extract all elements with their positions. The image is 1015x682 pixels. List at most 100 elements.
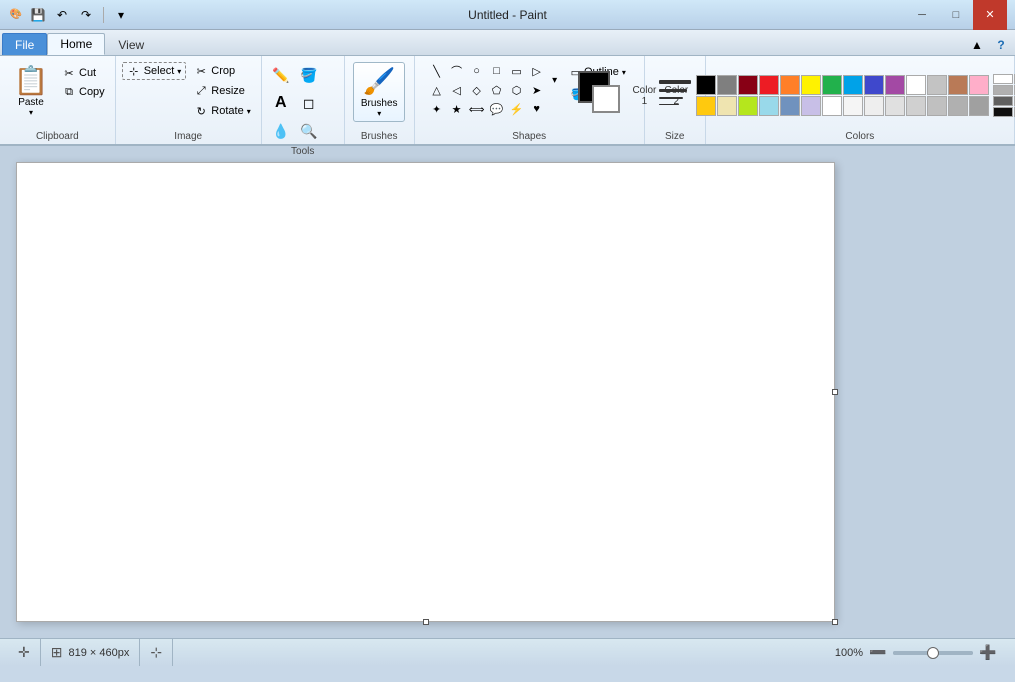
eraser-button[interactable]: ◻ <box>296 90 322 116</box>
undo-button[interactable]: ↶ <box>52 5 72 25</box>
canvas-handle-corner[interactable] <box>832 619 838 625</box>
color2-button[interactable]: Color2 <box>664 85 688 107</box>
shape-rarrow-btn[interactable]: ➤ <box>528 81 546 99</box>
tab-file[interactable]: File <box>2 33 47 55</box>
extra-row-3 <box>993 96 1015 106</box>
resize-button[interactable]: ⤢ Resize <box>190 82 254 100</box>
zoom-in-button[interactable]: ➕ <box>979 644 997 661</box>
shape-tri-btn[interactable]: △ <box>428 81 446 99</box>
rotate-button[interactable]: ↻ Rotate ▾ <box>190 102 254 120</box>
shapes-dropdown-button[interactable]: ▾ <box>548 62 562 98</box>
color-cell[interactable] <box>801 96 821 116</box>
shape-rtri-btn[interactable]: ◁ <box>448 81 466 99</box>
color-cell[interactable] <box>885 75 905 95</box>
shape-line-btn[interactable]: ╲ <box>428 62 446 80</box>
clipboard-label: Clipboard <box>36 131 79 144</box>
color-cell[interactable] <box>738 96 758 116</box>
color-cell[interactable] <box>906 75 926 95</box>
color-cell[interactable] <box>927 75 947 95</box>
crop-button[interactable]: ✂ Crop <box>190 62 254 80</box>
tab-home[interactable]: Home <box>47 33 105 55</box>
maximize-button[interactable]: □ <box>939 0 973 30</box>
color-cell[interactable] <box>927 96 947 116</box>
text-button[interactable]: A <box>268 90 294 116</box>
color-picker-button[interactable]: 💧 <box>268 118 294 144</box>
shape-rect-btn[interactable]: □ <box>488 62 506 80</box>
shape-bubble-btn[interactable]: 💬 <box>488 100 506 118</box>
magnifier-button[interactable]: 🔍 <box>296 118 322 144</box>
window-title: Untitled - Paint <box>468 8 547 22</box>
shape-diamond-btn[interactable]: ◇ <box>468 81 486 99</box>
color2-swatch[interactable] <box>592 85 620 113</box>
shape-rect2-btn[interactable]: ▭ <box>508 62 526 80</box>
zoom-out-button[interactable]: ➖ <box>869 644 887 661</box>
color-cell[interactable] <box>864 75 884 95</box>
color-cell[interactable] <box>948 96 968 116</box>
extra-color-cell[interactable] <box>993 85 1013 95</box>
paste-icon: 📋 <box>14 67 49 95</box>
ribbon-collapse-button[interactable]: ▲ <box>967 35 987 55</box>
shape-darrow-btn[interactable]: ⟺ <box>468 100 486 118</box>
tab-view[interactable]: View <box>105 33 157 55</box>
shape-lightning-btn[interactable]: ⚡ <box>508 100 526 118</box>
ribbon-tab-right: ▲ ? <box>967 35 1015 55</box>
shape-hex-btn[interactable]: ⬡ <box>508 81 526 99</box>
color-cell[interactable] <box>969 96 989 116</box>
color-cell[interactable] <box>696 96 716 116</box>
shape-star4-btn[interactable]: ✦ <box>428 100 446 118</box>
select-button[interactable]: ⊹ Select ▾ <box>122 62 187 80</box>
color-cell[interactable] <box>717 96 737 116</box>
extra-color-cell[interactable] <box>993 107 1013 117</box>
close-button[interactable]: ✕ <box>973 0 1007 30</box>
color-cell[interactable] <box>801 75 821 95</box>
ribbon-group-brushes: 🖌️ Brushes ▾ Brushes <box>345 56 415 144</box>
color-cell[interactable] <box>822 75 842 95</box>
color-cell[interactable] <box>906 96 926 116</box>
color-cell[interactable] <box>780 96 800 116</box>
minimize-button[interactable]: ─ <box>905 0 939 30</box>
shape-curve-btn[interactable]: ⌒ <box>448 62 466 80</box>
help-button[interactable]: ? <box>991 35 1011 55</box>
redo-button[interactable]: ↷ <box>76 5 96 25</box>
color-cell[interactable] <box>717 75 737 95</box>
brushes-content: 🖌️ Brushes ▾ <box>353 60 405 129</box>
save-button[interactable]: 💾 <box>28 5 48 25</box>
color-cell[interactable] <box>780 75 800 95</box>
brushes-button[interactable]: 🖌️ Brushes ▾ <box>353 62 405 122</box>
cursor-pos-icon: ⊹ <box>150 644 162 661</box>
zoom-slider[interactable] <box>893 651 973 655</box>
cut-label: Cut <box>79 67 96 79</box>
color-cell[interactable] <box>969 75 989 95</box>
cut-button[interactable]: ✂ Cut <box>58 64 109 82</box>
color-cell[interactable] <box>738 75 758 95</box>
zoom-slider-thumb[interactable] <box>927 647 939 659</box>
shape-heart-btn[interactable]: ♥ <box>528 100 546 118</box>
paste-button[interactable]: 📋 Paste ▾ <box>6 62 56 120</box>
pencil-button[interactable]: ✏️ <box>268 62 294 88</box>
shape-oval-btn[interactable]: ○ <box>468 62 486 80</box>
canvas-handle-bottom[interactable] <box>423 619 429 625</box>
color-cell[interactable] <box>822 96 842 116</box>
shapes-rows: ╲ ⌒ ○ □ ▭ ▷ △ ◁ ◇ ⬠ ⬡ ➤ <box>428 62 546 118</box>
qa-dropdown-button[interactable]: ▾ <box>111 5 131 25</box>
color1-button[interactable]: Color1 <box>632 85 656 107</box>
drawing-canvas[interactable] <box>16 162 835 622</box>
color-cell[interactable] <box>843 75 863 95</box>
add-icon[interactable]: ✛ <box>18 644 30 661</box>
shape-star5-btn[interactable]: ★ <box>448 100 466 118</box>
color-cell[interactable] <box>696 75 716 95</box>
fill-button[interactable]: 🪣 <box>296 62 322 88</box>
shape-arrow-btn[interactable]: ▷ <box>528 62 546 80</box>
color-cell[interactable] <box>864 96 884 116</box>
extra-color-cell[interactable] <box>993 74 1013 84</box>
color-cell[interactable] <box>948 75 968 95</box>
color-cell[interactable] <box>843 96 863 116</box>
color-cell[interactable] <box>885 96 905 116</box>
color-cell[interactable] <box>759 96 779 116</box>
brushes-icon: 🖌️ <box>363 66 395 97</box>
extra-color-cell[interactable] <box>993 96 1013 106</box>
color-cell[interactable] <box>759 75 779 95</box>
shape-pent-btn[interactable]: ⬠ <box>488 81 506 99</box>
copy-button[interactable]: ⧉ Copy <box>58 83 109 101</box>
canvas-handle-right[interactable] <box>832 389 838 395</box>
